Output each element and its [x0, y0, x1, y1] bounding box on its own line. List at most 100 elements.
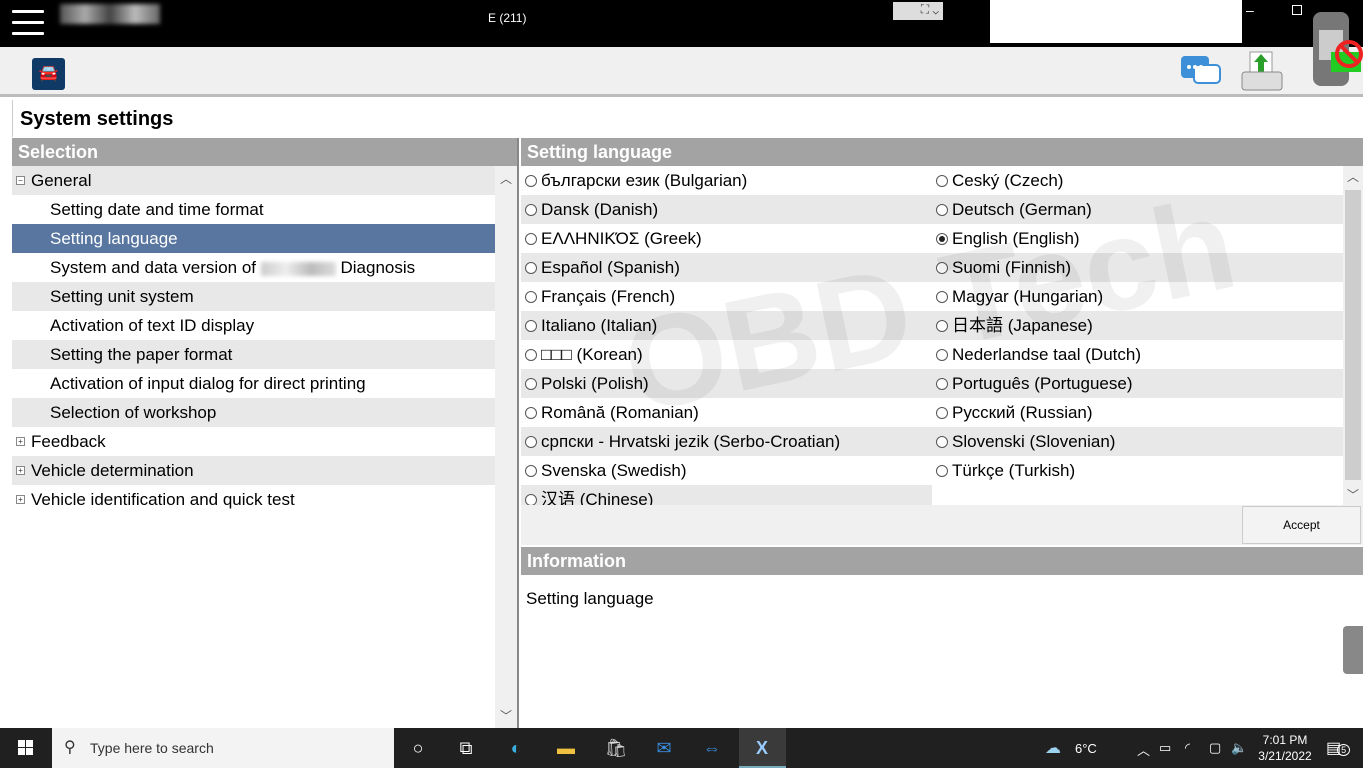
language-option[interactable]: Español (Spanish): [521, 253, 932, 282]
language-option[interactable]: Dansk (Danish): [521, 195, 932, 224]
expand-icon[interactable]: +: [16, 437, 25, 446]
radio-button[interactable]: [936, 291, 948, 303]
language-option[interactable]: Italiano (Italian): [521, 311, 932, 340]
language-option[interactable]: Slovenski (Slovenian): [932, 427, 1343, 456]
language-option[interactable]: Polski (Polish): [521, 369, 932, 398]
language-option[interactable]: српски - Hrvatski jezik (Serbo-Croatian): [521, 427, 932, 456]
wifi-icon[interactable]: ◜: [1185, 740, 1190, 756]
radio-button[interactable]: [525, 262, 537, 274]
clock[interactable]: 7:01 PM 3/21/2022: [1255, 732, 1315, 764]
language-option[interactable]: Suomi (Finnish): [932, 253, 1343, 282]
language-option[interactable]: Magyar (Hungarian): [932, 282, 1343, 311]
language-option[interactable]: Nederlandse taal (Dutch): [932, 340, 1343, 369]
weather-cloud-icon[interactable]: ☁: [1045, 738, 1061, 758]
language-option[interactable]: 汉语 (Chinese): [521, 485, 932, 505]
information-heading: Information: [521, 547, 1363, 575]
radio-button[interactable]: [525, 436, 537, 448]
radio-button[interactable]: [936, 349, 948, 361]
tree-item[interactable]: − General: [12, 166, 495, 195]
radio-button[interactable]: [525, 349, 537, 361]
file-explorer-icon[interactable]: ▬: [554, 736, 578, 760]
side-tab[interactable]: [1343, 626, 1363, 674]
radio-button[interactable]: [525, 407, 537, 419]
radio-button[interactable]: [936, 407, 948, 419]
tree-item[interactable]: Setting unit system: [12, 282, 495, 311]
language-option[interactable]: Română (Romanian): [521, 398, 932, 427]
radio-button[interactable]: [936, 436, 948, 448]
teamviewer-icon[interactable]: ⇔: [700, 736, 724, 760]
notifications-icon[interactable]: ▤5: [1326, 738, 1351, 758]
radio-button[interactable]: [936, 378, 948, 390]
radio-button[interactable]: [525, 204, 537, 216]
accept-button[interactable]: Accept: [1242, 506, 1361, 544]
weather-temp[interactable]: 6°C: [1075, 741, 1097, 756]
language-option[interactable]: ΕΛΛΗΝΙΚΌΣ (Greek): [521, 224, 932, 253]
radio-button[interactable]: [525, 494, 537, 505]
language-option[interactable]: 日本語 (Japanese): [932, 311, 1343, 340]
radio-button[interactable]: [936, 175, 948, 187]
radio-button[interactable]: [525, 175, 537, 187]
scroll-down-icon[interactable]: ﹀: [495, 707, 517, 724]
language-label: Ceský (Czech): [952, 171, 1064, 190]
radio-button[interactable]: [936, 320, 948, 332]
left-scrollbar[interactable]: ︿ ﹀: [495, 166, 517, 728]
tree-item[interactable]: Activation of input dialog for direct pr…: [12, 369, 495, 398]
language-option[interactable]: Português (Portuguese): [932, 369, 1343, 398]
tree-item[interactable]: + Feedback: [12, 427, 495, 456]
radio-button[interactable]: [525, 291, 537, 303]
windows-start-icon[interactable]: [0, 728, 52, 768]
scroll-up-icon[interactable]: ︿: [495, 170, 517, 187]
chevron-up-icon[interactable]: ︿: [1137, 740, 1150, 759]
language-option[interactable]: Ceský (Czech): [932, 166, 1343, 195]
tree-item[interactable]: System and data version of Diagnosis: [12, 253, 495, 282]
tree-item[interactable]: Setting date and time format: [12, 195, 495, 224]
mail-icon[interactable]: ✉: [652, 736, 676, 760]
expand-icon[interactable]: +: [16, 495, 25, 504]
radio-button[interactable]: [936, 233, 948, 245]
radio-button[interactable]: [936, 465, 948, 477]
chat-icon[interactable]: [1180, 55, 1222, 89]
vci-device-disconnected-icon[interactable]: [1305, 8, 1363, 90]
radio-button[interactable]: [936, 204, 948, 216]
battery-icon[interactable]: ▭: [1159, 740, 1171, 756]
tree-item[interactable]: Selection of workshop: [12, 398, 495, 427]
minimize-icon[interactable]: –: [1246, 2, 1254, 18]
language-option[interactable]: Svenska (Swedish): [521, 456, 932, 485]
camera-icon[interactable]: ▢: [1209, 740, 1221, 756]
volume-icon[interactable]: 🔈: [1231, 740, 1247, 756]
language-option[interactable]: Français (French): [521, 282, 932, 311]
tree-item[interactable]: + Vehicle determination: [12, 456, 495, 485]
expand-icon[interactable]: +: [16, 466, 25, 475]
edge-icon[interactable]: ◐: [504, 736, 528, 760]
scroll-down-icon[interactable]: ﹀: [1343, 486, 1363, 503]
radio-button[interactable]: [525, 233, 537, 245]
tree-item[interactable]: + Vehicle identification and quick test: [12, 485, 495, 514]
radio-button[interactable]: [936, 262, 948, 274]
scroll-thumb[interactable]: [1345, 190, 1361, 480]
car-icon[interactable]: 🚘: [32, 58, 65, 90]
language-option[interactable]: English (English): [932, 224, 1343, 253]
tree-item[interactable]: Setting language: [12, 224, 495, 253]
radio-button[interactable]: [525, 465, 537, 477]
task-view-icon[interactable]: ⧉: [454, 736, 478, 760]
window-options-dropdown[interactable]: ⛶ ⌄: [893, 2, 943, 20]
collapse-icon[interactable]: −: [16, 176, 25, 185]
app-taskbar-button[interactable]: X: [739, 728, 786, 768]
menu-icon[interactable]: [12, 10, 44, 36]
language-option[interactable]: Türkçe (Turkish): [932, 456, 1343, 485]
language-option[interactable]: Deutsch (German): [932, 195, 1343, 224]
tree-item[interactable]: Setting the paper format: [12, 340, 495, 369]
language-option[interactable]: Русский (Russian): [932, 398, 1343, 427]
print-upload-icon[interactable]: [1240, 50, 1284, 92]
store-icon[interactable]: 🛍: [604, 736, 628, 760]
scroll-up-icon[interactable]: ︿: [1343, 168, 1363, 185]
radio-button[interactable]: [525, 378, 537, 390]
language-scrollbar[interactable]: ︿ ﹀: [1343, 166, 1363, 505]
radio-button[interactable]: [525, 320, 537, 332]
tree-item[interactable]: Activation of text ID display: [12, 311, 495, 340]
language-option[interactable]: български език (Bulgarian): [521, 166, 932, 195]
language-option[interactable]: □□□ (Korean): [521, 340, 932, 369]
maximize-icon[interactable]: [1292, 5, 1302, 15]
taskbar-search-input[interactable]: ⚲ Type here to search: [52, 728, 394, 768]
cortana-icon[interactable]: ○: [406, 736, 430, 760]
